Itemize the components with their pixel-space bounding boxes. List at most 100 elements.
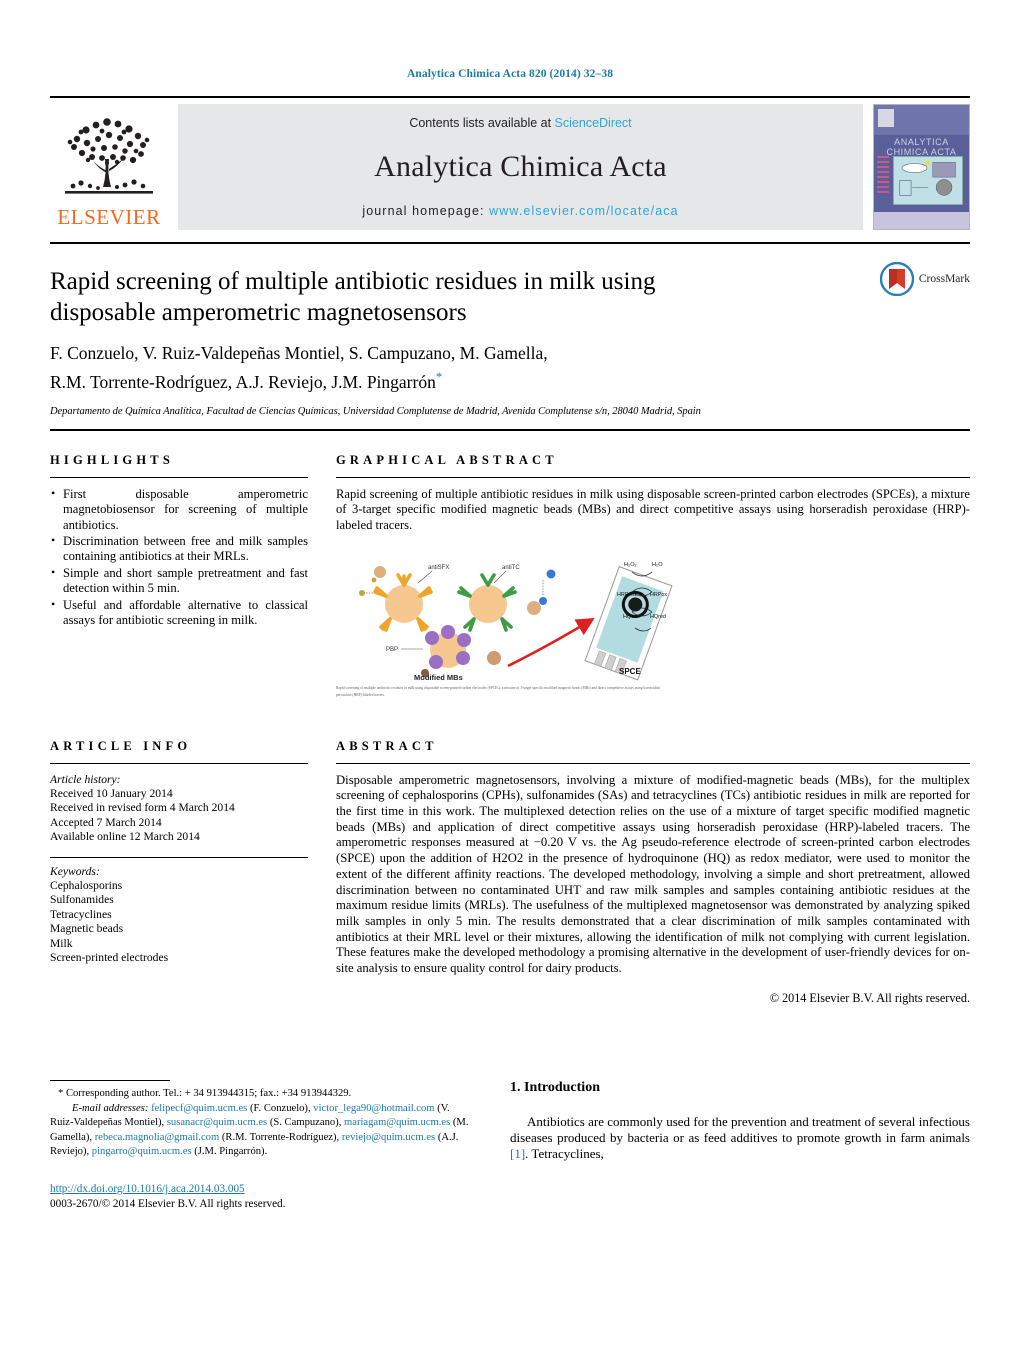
abstract-heading: ABSTRACT [336, 738, 438, 753]
journal-title: Analytica Chimica Acta [374, 150, 667, 183]
abstract-copyright: © 2014 Elsevier B.V. All rights reserved… [769, 990, 970, 1005]
label-hq-ox: HQox [623, 614, 637, 620]
graphical-abstract-description: Rapid screening of multiple antibiotic r… [336, 486, 970, 533]
column-gutter [308, 453, 336, 699]
label-h2o: H₂O [652, 562, 663, 568]
highlights-column: HIGHLIGHTS First disposable amperometric… [50, 453, 308, 699]
history-item: Received 10 January 2014 [50, 787, 173, 801]
highlights-list: First disposable amperometric magnetobio… [50, 486, 308, 629]
journal-homepage-line: journal homepage: www.elsevier.com/locat… [362, 204, 678, 218]
email-link[interactable]: mariagam@quim.ucm.es [344, 1117, 450, 1128]
articleinfo-abstract-row: ARTICLE INFO Article history: Received 1… [50, 739, 970, 1006]
journal-masthead: ELSEVIER Contents lists available at Sci… [50, 96, 970, 230]
sciencedirect-link[interactable]: ScienceDirect [555, 116, 632, 130]
article-info-column: ARTICLE INFO Article history: Received 1… [50, 739, 308, 1006]
elsevier-tree-icon [65, 118, 153, 194]
magnetosensor-schematic-svg: antiSFX antiTC PBP Modified MBs SPCE H₂O… [359, 562, 673, 682]
email-person: (F. Conzuelo), [249, 1102, 311, 1114]
introduction-column: 1. Introduction Antibiotics are commonly… [510, 1080, 970, 1212]
label-antisfx: antiSFX [428, 565, 449, 571]
label-pbp: PBP [386, 647, 398, 653]
masthead-center: Contents lists available at ScienceDirec… [178, 104, 863, 230]
email-link[interactable]: pingarro@quim.ucm.es [92, 1146, 192, 1157]
label-h2o2: H₂O₂ [624, 562, 637, 568]
history-item: Accepted 7 March 2014 [50, 815, 162, 829]
label-modified-mbs: Modified MBs [414, 673, 463, 681]
graphical-abstract-caption: Rapid screening of multiple antibiotic r… [336, 685, 660, 697]
list-item: Discrimination between free and milk sam… [50, 533, 308, 565]
highlights-graphical-row: HIGHLIGHTS First disposable amperometric… [50, 453, 970, 699]
list-item: Simple and short sample pretreatment and… [50, 565, 308, 597]
keyword-item: Milk [50, 936, 73, 950]
email-person: (S. Campuzano), [269, 1117, 342, 1129]
intro-text-part2: . Tetracyclines, [525, 1146, 604, 1162]
footnote-rule [50, 1080, 170, 1081]
authors-line-2: R.M. Torrente-Rodríguez, A.J. Reviejo, J… [50, 365, 770, 394]
homepage-prefix: journal homepage: [362, 204, 490, 218]
doi-block: http://dx.doi.org/10.1016/j.aca.2014.03.… [50, 1182, 470, 1212]
article-history: Article history: Received 10 January 201… [50, 773, 308, 845]
title-block: Rapid screening of multiple antibiotic r… [50, 242, 970, 417]
correspondence-block: * Corresponding author. Tel.: + 34 91394… [50, 1087, 470, 1160]
list-item: First disposable amperometric magnetobio… [50, 486, 308, 533]
abstract-text: Disposable amperometric magnetosensors, … [336, 772, 970, 976]
cover-footer-band [874, 211, 969, 229]
corresponding-author-line: * Corresponding author. Tel.: + 34 91394… [58, 1088, 352, 1099]
introduction-paragraph: Antibiotics are commonly used for the pr… [510, 1114, 970, 1163]
citation-reference[interactable]: [1] [510, 1146, 525, 1161]
email-link[interactable]: felipecf@quim.ucm.es [151, 1103, 247, 1114]
footer-gutter [470, 1080, 510, 1212]
author-list: F. Conzuelo, V. Ruiz-Valdepeñas Montiel,… [50, 342, 770, 394]
graphical-abstract-rule [336, 476, 970, 478]
graphical-abstract-column: GRAPHICAL ABSTRACT Rapid screening of mu… [336, 453, 970, 699]
journal-cover-thumbnail: ANALYTICA CHIMICA ACTA [873, 104, 970, 230]
keyword-item: Screen-printed electrodes [50, 951, 169, 965]
email-person: (R.M. Torrente-Rodríguez), [221, 1131, 340, 1143]
article-history-label: Article history: [50, 772, 121, 786]
cover-journal-title: ANALYTICA CHIMICA ACTA [886, 137, 957, 158]
history-item: Available online 12 March 2014 [50, 830, 200, 844]
label-hrp-ox: HRPox [650, 592, 667, 598]
email-link[interactable]: rebeca.magnolia@gmail.com [95, 1132, 219, 1143]
elsevier-logo: ELSEVIER [50, 104, 168, 230]
label-hrp-red: HRPred [617, 592, 636, 598]
corresponding-author-marker: * [435, 369, 443, 384]
crossmark-icon [879, 262, 914, 296]
email-addresses-block: E-mail addresses: felipecf@quim.ucm.es (… [50, 1102, 470, 1160]
cover-logo-box [878, 109, 894, 127]
graphical-abstract-figure: antiSFX antiTC PBP Modified MBs SPCE H₂O… [336, 546, 970, 682]
label-antitc: antiTC [502, 565, 520, 571]
email-link[interactable]: victor_lega90@hotmail.com [313, 1103, 434, 1114]
list-item: Useful and affordable alternative to cla… [50, 597, 308, 629]
email-addresses-label: E-mail addresses: [72, 1102, 149, 1114]
highlights-heading: HIGHLIGHTS [50, 452, 174, 467]
contents-prefix: Contents lists available at [409, 116, 555, 130]
email-link[interactable]: reviejo@quim.ucm.es [342, 1132, 435, 1143]
crossmark-badge[interactable]: CrossMark [879, 262, 970, 296]
graphical-abstract-heading: GRAPHICAL ABSTRACT [336, 452, 558, 467]
running-head: Analytica Chimica Acta 820 (2014) 32–38 [406, 68, 614, 80]
keyword-item: Magnetic beads [50, 922, 124, 936]
journal-homepage-link[interactable]: www.elsevier.com/locate/aca [489, 204, 679, 218]
elsevier-wordmark: ELSEVIER [57, 205, 161, 229]
abstract-rule [336, 762, 970, 764]
keyword-item: Cephalosporins [50, 879, 123, 893]
email-person: (J.M. Pingarrón). [194, 1146, 268, 1158]
footer-columns: * Corresponding author. Tel.: + 34 91394… [50, 1080, 970, 1212]
title-divider [50, 428, 970, 431]
cover-illustration-svg [899, 161, 956, 196]
keyword-item: Tetracyclines [50, 907, 112, 921]
keyword-item: Sulfonamides [50, 893, 114, 907]
introduction-heading: 1. Introduction [510, 1080, 600, 1095]
email-link[interactable]: susanacr@quim.ucm.es [167, 1117, 267, 1128]
contents-available-line: Contents lists available at ScienceDirec… [409, 116, 631, 130]
cover-illustration [893, 155, 964, 205]
authors-line-1: F. Conzuelo, V. Ruiz-Valdepeñas Montiel,… [50, 343, 548, 363]
keywords-block: Keywords: Cephalosporins Sulfonamides Te… [50, 865, 308, 966]
column-gutter-2 [308, 739, 336, 1006]
abstract-column: ABSTRACT Disposable amperometric magneto… [336, 739, 970, 1006]
issn-copyright-line: 0003-2670/© 2014 Elsevier B.V. All right… [50, 1197, 286, 1210]
cover-side-text [876, 155, 890, 198]
doi-link[interactable]: http://dx.doi.org/10.1016/j.aca.2014.03.… [50, 1182, 470, 1197]
authors-line-2-text: R.M. Torrente-Rodríguez, A.J. Reviejo, J… [50, 371, 436, 392]
